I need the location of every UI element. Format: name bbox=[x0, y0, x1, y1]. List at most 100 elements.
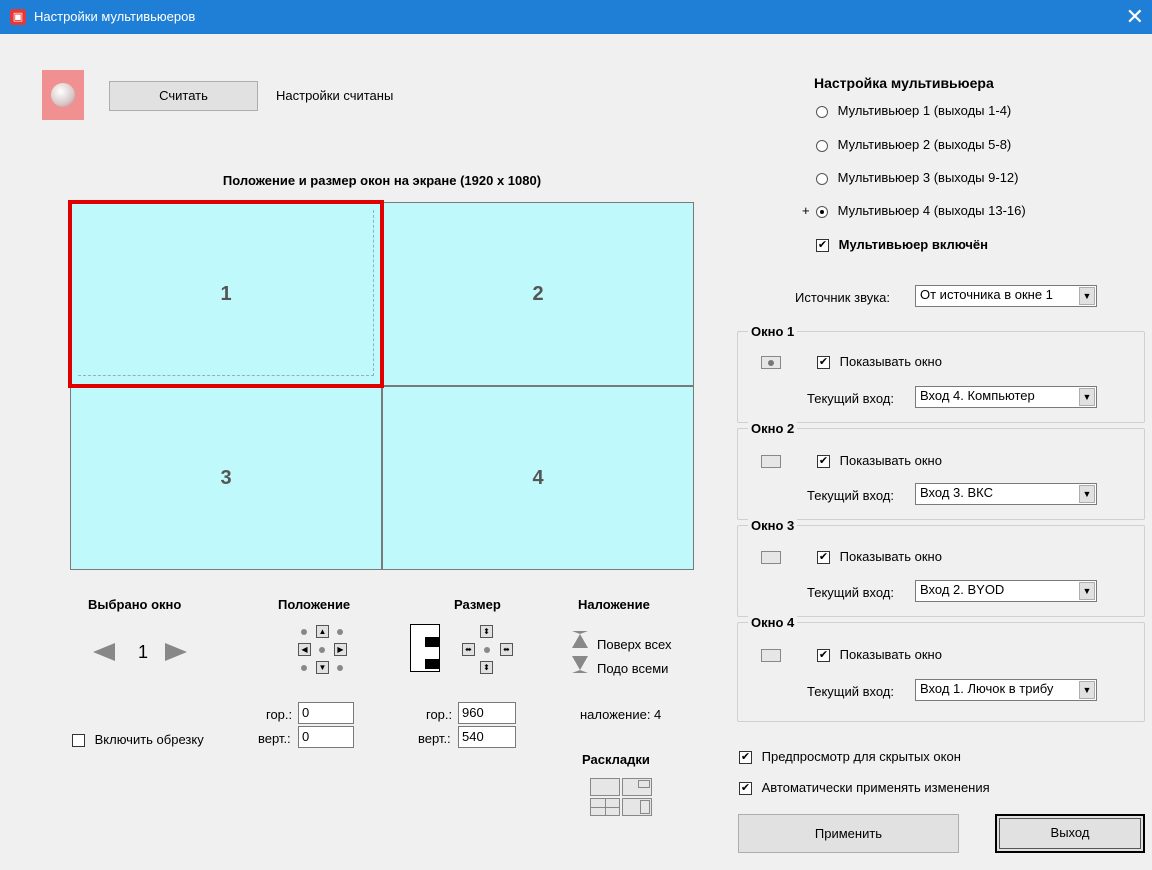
selection-dashed-guide bbox=[78, 210, 374, 376]
overlay-value: наложение: 4 bbox=[580, 707, 662, 722]
preview-hidden-option[interactable]: ✔ Предпросмотр для скрытых окон bbox=[739, 749, 961, 765]
window-3-input-select[interactable]: Вход 2. BYOD ▼ bbox=[915, 580, 1097, 602]
auto-apply-checkbox[interactable]: ✔ bbox=[739, 782, 752, 796]
window-group-3-title: Окно 3 bbox=[748, 518, 798, 533]
window-2-show-option[interactable]: ✔ Показывать окно bbox=[817, 453, 942, 469]
window-2-show-label: Показывать окно bbox=[839, 453, 942, 468]
multiviewer-option-4-marker: + bbox=[802, 203, 810, 218]
auto-apply-label: Автоматически применять изменения bbox=[761, 780, 990, 795]
window-4-show-option[interactable]: ✔ Показывать окно bbox=[817, 647, 942, 663]
apply-button[interactable]: Применить bbox=[738, 814, 959, 853]
read-button[interactable]: Считать bbox=[109, 81, 258, 111]
size-h-input[interactable]: 960 bbox=[458, 702, 516, 724]
layout-preset-single-icon[interactable] bbox=[590, 778, 620, 796]
layout-preset-sidebar-icon[interactable] bbox=[622, 798, 652, 816]
size-vertical-grow-icon[interactable]: ⬍ bbox=[480, 625, 493, 638]
size-v-label: верт.: bbox=[418, 731, 451, 746]
window-4-input-select[interactable]: Вход 1. Лючок в трибу ▼ bbox=[915, 679, 1097, 701]
window-1-input-select[interactable]: Вход 4. Компьютер ▼ bbox=[915, 386, 1097, 408]
send-to-back-icon[interactable] bbox=[572, 656, 588, 673]
crop-label: Включить обрезку bbox=[94, 732, 204, 747]
prev-window-icon[interactable] bbox=[93, 643, 115, 661]
position-down-icon[interactable]: ▼ bbox=[316, 661, 329, 674]
layout-window-4-label: 4 bbox=[532, 466, 544, 489]
layout-window-4[interactable]: 4 bbox=[382, 386, 694, 570]
exit-button[interactable]: Выход bbox=[995, 814, 1145, 853]
size-h-label: гор.: bbox=[426, 707, 453, 722]
overlay-label: Наложение bbox=[578, 597, 650, 612]
multiviewer-radio-4[interactable] bbox=[816, 205, 828, 218]
position-h-input[interactable]: 0 bbox=[298, 702, 354, 724]
close-icon[interactable]: ✕ bbox=[1126, 4, 1144, 30]
window-1-input-value: Вход 4. Компьютер bbox=[920, 388, 1035, 403]
window-group-2 bbox=[737, 428, 1145, 520]
size-vertical-shrink-icon[interactable]: ⬍ bbox=[480, 661, 493, 674]
multiviewer-radio-2[interactable] bbox=[816, 139, 828, 152]
window-1-show-checkbox[interactable]: ✔ bbox=[817, 356, 830, 370]
window-4-show-checkbox[interactable]: ✔ bbox=[817, 649, 830, 663]
multiviewer-option-4[interactable]: Мультивьюер 4 (выходы 13-16) bbox=[816, 203, 1026, 218]
chevron-down-icon[interactable]: ▼ bbox=[1079, 485, 1095, 503]
multiviewer-option-2[interactable]: Мультивьюер 2 (выходы 5-8) bbox=[816, 137, 1011, 152]
multiviewer-enabled-checkbox[interactable]: ✔ bbox=[816, 239, 829, 253]
window-3-show-option[interactable]: ✔ Показывать окно bbox=[817, 549, 942, 565]
window-title: Настройки мультивьюеров bbox=[34, 9, 196, 24]
multiviewer-option-3[interactable]: Мультивьюер 3 (выходы 9-12) bbox=[816, 170, 1018, 185]
bring-to-front-icon[interactable] bbox=[572, 631, 588, 648]
window-2-input-select[interactable]: Вход 3. ВКС ▼ bbox=[915, 483, 1097, 505]
crop-checkbox[interactable] bbox=[72, 734, 85, 748]
chevron-down-icon[interactable]: ▼ bbox=[1079, 681, 1095, 699]
multiviewer-radio-3[interactable] bbox=[816, 172, 828, 185]
window-3-show-checkbox[interactable]: ✔ bbox=[817, 551, 830, 565]
layout-area-title: Положение и размер окон на экране (1920 … bbox=[222, 173, 542, 188]
pad-dot bbox=[301, 665, 307, 671]
layout-preset-quad-icon[interactable] bbox=[590, 798, 620, 816]
auto-apply-option[interactable]: ✔ Автоматически применять изменения bbox=[739, 780, 990, 796]
position-v-input[interactable]: 0 bbox=[298, 726, 354, 748]
window-3-show-label: Показывать окно bbox=[839, 549, 942, 564]
size-horizontal-grow-icon[interactable]: ⬌ bbox=[500, 643, 513, 656]
position-left-icon[interactable]: ◀ bbox=[298, 643, 311, 656]
position-right-icon[interactable]: ▶ bbox=[334, 643, 347, 656]
app-icon: ▣ bbox=[10, 9, 26, 25]
layout-window-2-label: 2 bbox=[532, 282, 544, 305]
preview-hidden-checkbox[interactable]: ✔ bbox=[739, 751, 752, 765]
window-2-show-checkbox[interactable]: ✔ bbox=[817, 455, 830, 469]
window-4-input-label: Текущий вход: bbox=[807, 684, 895, 699]
chevron-down-icon[interactable]: ▼ bbox=[1079, 287, 1095, 305]
read-status: Настройки считаны bbox=[276, 88, 394, 103]
audio-source-select[interactable]: От источника в окне 1 ▼ bbox=[915, 285, 1097, 307]
bring-to-front-label[interactable]: Поверх всех bbox=[597, 637, 671, 652]
layouts-label: Раскладки bbox=[582, 752, 650, 767]
pad-dot bbox=[337, 629, 343, 635]
multiviewer-enabled-label: Мультивьюер включён bbox=[838, 237, 988, 252]
window-2-thumbnail-icon bbox=[761, 455, 781, 468]
pad-dot bbox=[301, 629, 307, 635]
status-indicator bbox=[42, 70, 84, 120]
chevron-down-icon[interactable]: ▼ bbox=[1079, 582, 1095, 600]
position-up-icon[interactable]: ▲ bbox=[316, 625, 329, 638]
window-group-4 bbox=[737, 622, 1145, 722]
size-v-input[interactable]: 540 bbox=[458, 726, 516, 748]
chevron-down-icon[interactable]: ▼ bbox=[1079, 388, 1095, 406]
window-group-4-title: Окно 4 bbox=[748, 615, 798, 630]
multiviewer-option-1[interactable]: Мультивьюер 1 (выходы 1-4) bbox=[816, 103, 1011, 118]
audio-source-label: Источник звука: bbox=[795, 290, 891, 305]
title-bar: ▣ Настройки мультивьюеров ✕ bbox=[0, 0, 1152, 34]
size-horizontal-shrink-icon[interactable]: ⬌ bbox=[462, 643, 475, 656]
multiviewer-option-label: Мультивьюер 1 (выходы 1-4) bbox=[837, 103, 1012, 118]
window-group-2-title: Окно 2 bbox=[748, 421, 798, 436]
next-window-icon[interactable] bbox=[165, 643, 187, 661]
multiviewer-radio-1[interactable] bbox=[816, 105, 828, 118]
window-1-show-option[interactable]: ✔ Показывать окно bbox=[817, 354, 942, 370]
layout-preset-pip-icon[interactable] bbox=[622, 778, 652, 796]
layout-window-2[interactable]: 2 bbox=[382, 202, 694, 386]
crop-option[interactable]: Включить обрезку bbox=[72, 732, 204, 748]
window-2-input-label: Текущий вход: bbox=[807, 488, 895, 503]
layout-window-3[interactable]: 3 bbox=[70, 386, 382, 570]
send-to-back-label[interactable]: Подо всеми bbox=[597, 661, 668, 676]
multiviewer-option-label: Мультивьюер 2 (выходы 5-8) bbox=[837, 137, 1012, 152]
multiviewer-enabled-option[interactable]: ✔ Мультивьюер включён bbox=[816, 237, 988, 253]
window-1-thumbnail-icon bbox=[761, 356, 781, 369]
window-2-input-value: Вход 3. ВКС bbox=[920, 485, 993, 500]
